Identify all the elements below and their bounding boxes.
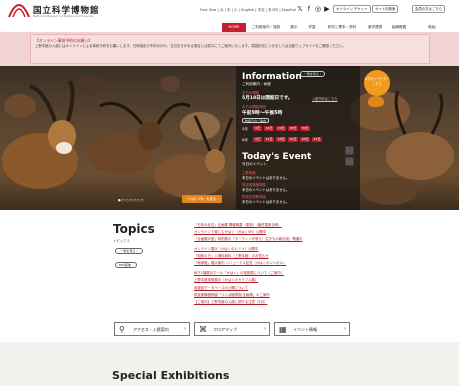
information-heading: Information [242,72,302,82]
topic-link[interactable]: 「企画展示室」特別展示「ダーウィンが来た！生きもの新伝説」開催中 [194,236,303,241]
topic-link[interactable]: 上野本館常設展示（かはくのカラフル展） [194,277,258,282]
closed-day: 21日 [276,126,286,131]
nav-item-industry[interactable]: 産学連携 [364,23,386,32]
special-exhibitions-heading: Special Exhibitions [112,369,230,382]
online-ticket-button[interactable]: オンライン チケット [333,5,371,13]
month-1-label: 5月 [242,127,248,131]
youtube-icon[interactable]: ▶ [323,5,331,13]
topics-subheading: トピックス [113,239,130,243]
chevron-right-icon: › [344,326,346,332]
calendar-icon: ▦ [279,325,287,334]
nav-item-organization[interactable]: 組織概要 [388,23,410,32]
closed-day: 14日 [264,126,274,131]
closed-day: 4日 [253,137,262,142]
hero-image [0,66,459,210]
closed-day: 30日 [300,126,310,131]
information-panel: Information ご利用案内・休館 一覧を見る › 本日の開館 5月18日… [236,66,360,210]
nav-item-home[interactable]: HOME [222,23,246,32]
utility-links[interactable]: Font Size | 大 | 中 | 小 | English | 中文 | 한… [200,8,296,13]
map-pin-icon: ⚲ [119,325,125,334]
topic-link[interactable]: 地下1階展示ホール「かはく」の常設展について（ご案内） [194,270,284,275]
vr-cta-button[interactable]: 「かはくVR」を見る › [182,195,222,203]
floor-map-button[interactable]: ⌘ フロアマップ › [194,322,270,336]
closed-day: 27日 [312,137,322,142]
nav-item-guide[interactable]: ご利用案内・施設 [248,23,284,32]
event-venue-text: 本日のイベントはありません。 [242,188,290,192]
closed-day: 25日 [288,137,298,142]
event-venue-text: 本日のイベントはありません。 [242,200,290,204]
topics-heading: Topics [113,222,155,236]
month-2-label: 6月 [242,138,248,142]
nav-item-activities[interactable]: 取組 [412,23,452,32]
event-venue-text: 本日のイベントはありません。 [242,176,290,180]
information-subheading: ご利用案内・休館 [242,82,271,86]
topic-link[interactable]: 筑波実験植物園「つくば植物園 企画展」のご案内 [194,292,270,297]
mascot-icon[interactable] [368,96,384,107]
closed-day: 11日 [264,137,274,142]
chevron-right-icon: › [184,326,186,332]
topic-link[interactable]: 「昭和の日」入場料無料（上野本館）のお知らせ [194,253,269,258]
notice-box: 【オンライン事前予約のお願い】 上野本館の入館にはオンラインによる事前予約をお願… [30,34,430,64]
chevron-right-icon: › [264,326,266,332]
event-info-label: イベント情報 [293,327,317,332]
access-button[interactable]: ⚲ アクセス・入館案内 › [114,322,190,336]
nav-item-research[interactable]: 研究と標本・資料 [322,23,362,32]
notice-band: 【オンライン事前予約のお願い】 上野本館の入館にはオンラインによる事前予約をお願… [0,32,459,66]
nav-item-exhibits[interactable]: 展示 [286,23,302,32]
global-nav: HOME ご利用案内・施設 展示 学習 研究と標本・資料 産学連携 組織概要 取… [222,23,459,32]
members-button[interactable]: 会員の方はこちら [412,5,446,13]
event-subheading: 今日のイベント [242,162,268,166]
notice-body: 上野本館の入館にはオンラインによる事前予約をお願いします。日時指定の予約のほか、… [35,44,346,48]
slider-dots[interactable]: ● ○ ○ ○ ○ ○ ○ [118,198,144,202]
today-open-text: 5月18日は開館日です。 [242,96,293,101]
topic-link[interactable]: 「日本の化石」企画展 開催概要（更新）（最終更新日時） [194,222,282,227]
topics-list-button[interactable]: 一覧を見る › [115,248,143,254]
floor-map-icon: ⌘ [199,325,207,334]
closed-day: 28日 [288,126,298,131]
instagram-icon[interactable]: ◎ [314,5,322,13]
x-icon[interactable]: 𝕏 [296,5,304,13]
hours-text: 午前9時〜午後5時 [242,111,283,116]
event-info-button[interactable]: ▦ イベント情報 › [274,322,350,336]
topic-link[interactable]: オンライン展示（かはくのヒミツ）公開中 [194,246,258,251]
reservation-link[interactable]: 入館予約はこちら [312,96,338,101]
closed-day: 18日 [276,137,286,142]
animal-specimens-illustration [2,76,454,205]
facebook-icon[interactable]: f [305,5,313,13]
closed-day: 9日 [253,126,262,131]
site-header: 国立科学博物館 National Museum of Nature and Sc… [0,0,459,22]
topic-link[interactable]: 「地球館」展示案内 リニューアル記念（かはくのシンボル） [194,260,286,265]
museum-logo-icon[interactable] [8,4,30,18]
access-label: アクセス・入館案内 [133,327,169,332]
topic-link[interactable]: 【ご案内】上野本館の入館に関する注意（5月） [194,299,267,304]
nav-item-learning[interactable]: 学習 [304,23,320,32]
floor-map-label: フロアマップ [213,327,237,332]
topic-link[interactable]: 収蔵品データベースの公開について [194,285,248,290]
rss-button[interactable]: RSS配信 › [115,262,137,268]
closed-days-label: 休館日のご案内 [242,118,270,123]
special-exhibitions-band [0,342,459,386]
information-list-button[interactable]: 一覧を見る › [300,71,326,77]
topic-link[interactable]: オンラインで楽しむかはく（かはくVR）公開中 [194,229,266,234]
event-heading: Today's Event [242,152,312,162]
site-search-button[interactable]: サイト内検索 [372,5,399,13]
mascot-bubble[interactable]: 公式キャラクター こちら [364,70,390,96]
site-subtitle: National Museum of Nature and Science [33,14,94,18]
closed-day: 26日 [300,137,310,142]
